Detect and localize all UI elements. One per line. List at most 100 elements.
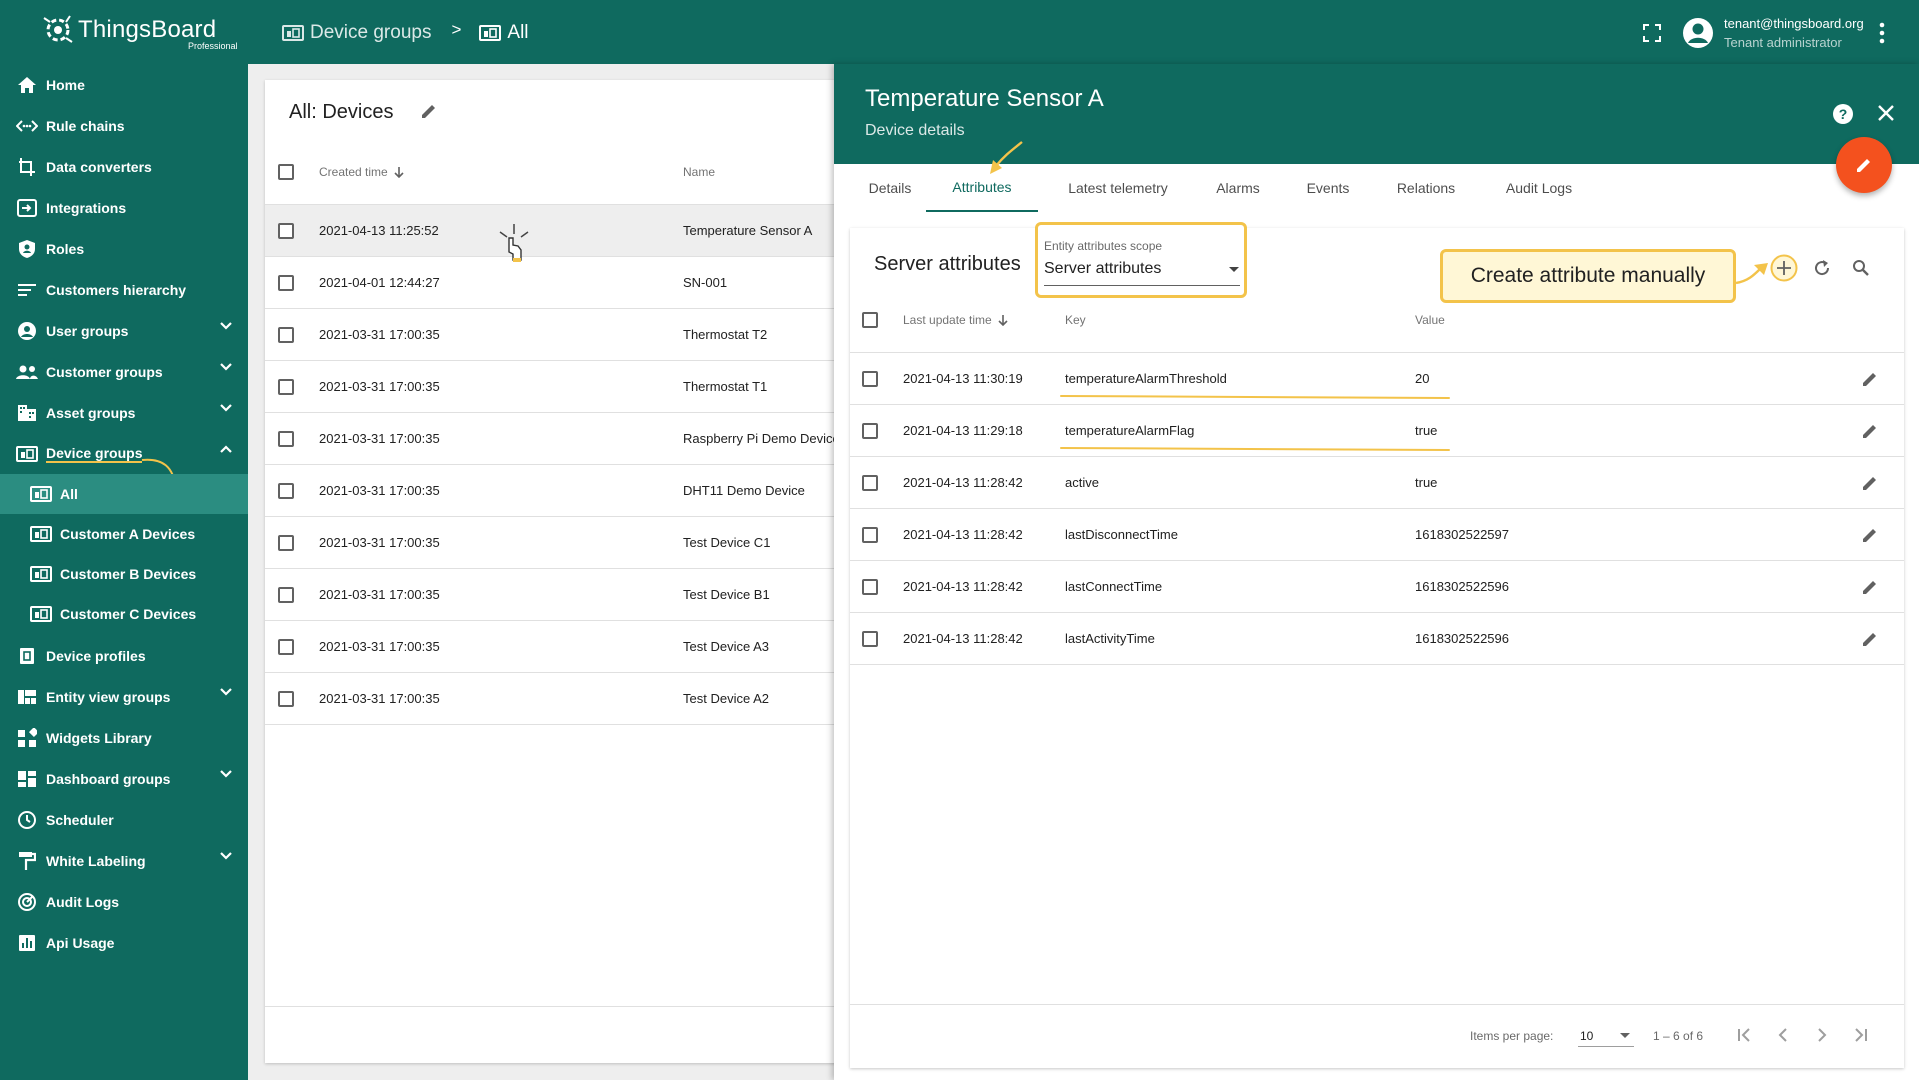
sidebar-item-roles[interactable]: Roles [0, 228, 248, 269]
tab-audit-logs[interactable]: Audit Logs [1484, 164, 1594, 212]
attributes-scope-select[interactable]: Entity attributes scope Server attribute… [1035, 222, 1247, 298]
edit-icon[interactable] [1860, 577, 1880, 597]
tab-events[interactable]: Events [1288, 164, 1368, 212]
table-row[interactable]: 2021-04-13 11:28:42 lastDisconnectTime 161… [850, 508, 1904, 560]
fullscreen-icon[interactable] [1643, 24, 1661, 42]
chevron-up-icon[interactable] [220, 445, 232, 453]
table-row[interactable]: 2021-04-13 11:28:42 lastActivityTime 16183… [850, 612, 1904, 664]
edit-icon[interactable] [1860, 421, 1880, 441]
tab-relations[interactable]: Relations [1378, 164, 1474, 212]
row-checkbox[interactable] [862, 423, 878, 439]
refresh-icon[interactable] [1813, 259, 1831, 277]
sidebar-item-customer-b-devices[interactable]: Customer B Devices [0, 554, 248, 594]
sidebar-item-device-profiles[interactable]: Device profiles [0, 635, 248, 676]
table-row[interactable]: 2021-04-13 11:25:52 Temperature Sensor A [265, 204, 855, 256]
table-row[interactable]: 2021-03-31 17:00:35 Test Device A2 [265, 672, 855, 724]
row-checkbox[interactable] [278, 327, 294, 343]
chevron-down-icon[interactable] [220, 770, 232, 778]
table-row[interactable]: 2021-03-31 17:00:35 Test Device A3 [265, 620, 855, 672]
column-created-time[interactable]: Created time [319, 165, 404, 179]
sidebar-item-dashboard-groups[interactable]: Dashboard groups [0, 758, 248, 799]
table-row[interactable]: 2021-03-31 17:00:35 Raspberry Pi Demo Dev… [265, 412, 855, 464]
sidebar-item-rule-chains[interactable]: Rule chains [0, 105, 248, 146]
previous-page-icon[interactable] [1778, 1028, 1788, 1042]
close-icon[interactable] [1877, 104, 1895, 122]
edit-icon[interactable] [420, 102, 438, 120]
table-row[interactable]: 2021-04-13 11:28:42 lastConnectTime 161830… [850, 560, 1904, 612]
sidebar-item-entity-view-groups[interactable]: Entity view groups [0, 676, 248, 717]
row-checkbox[interactable] [278, 431, 294, 447]
row-checkbox[interactable] [278, 691, 294, 707]
tab-latest-telemetry[interactable]: Latest telemetry [1048, 164, 1188, 212]
add-attribute-button[interactable] [1770, 254, 1798, 282]
breadcrumb-all[interactable]: All [479, 22, 529, 44]
sidebar-item-data-converters[interactable]: Data converters [0, 146, 248, 187]
table-row[interactable]: 2021-04-01 12:44:27 SN-001 [265, 256, 855, 308]
column-name[interactable]: Name [683, 165, 715, 179]
row-checkbox[interactable] [278, 483, 294, 499]
sidebar-item-customers-hierarchy[interactable]: Customers hierarchy [0, 269, 248, 310]
row-checkbox[interactable] [278, 223, 294, 239]
sidebar-item-asset-groups[interactable]: Asset groups [0, 392, 248, 433]
dropdown-arrow-icon [1620, 1033, 1630, 1038]
search-icon[interactable] [1852, 259, 1870, 277]
table-row[interactable]: 2021-03-31 17:00:35 Test Device C1 [265, 516, 855, 568]
sidebar-item-user-groups[interactable]: User groups [0, 310, 248, 351]
table-row[interactable]: 2021-03-31 17:00:35 Thermostat T2 [265, 308, 855, 360]
row-checkbox[interactable] [862, 371, 878, 387]
sidebar-item-audit-logs[interactable]: Audit Logs [0, 881, 248, 922]
row-checkbox[interactable] [862, 475, 878, 491]
user-menu[interactable]: tenant@thingsboard.org Tenant administra… [1682, 14, 1864, 52]
sidebar-item-customer-a-devices[interactable]: Customer A Devices [0, 514, 248, 554]
sidebar-item-integrations[interactable]: Integrations [0, 187, 248, 228]
annotation-arrow-icon [1736, 263, 1768, 285]
sidebar-item-home[interactable]: Home [0, 64, 248, 105]
row-checkbox[interactable] [862, 579, 878, 595]
column-created-time-label: Created time [319, 165, 388, 179]
row-checkbox[interactable] [278, 275, 294, 291]
more-vert-icon[interactable] [1878, 22, 1886, 44]
sidebar-item-all[interactable]: All [0, 474, 248, 514]
row-checkbox[interactable] [278, 639, 294, 655]
chevron-down-icon[interactable] [220, 688, 232, 696]
chevron-down-icon[interactable] [220, 363, 232, 371]
chevron-down-icon[interactable] [220, 404, 232, 412]
row-checkbox[interactable] [862, 631, 878, 647]
sidebar-item-widgets-library[interactable]: Widgets Library [0, 717, 248, 758]
table-row[interactable]: 2021-03-31 17:00:35 Thermostat T1 [265, 360, 855, 412]
first-page-icon[interactable] [1737, 1028, 1753, 1042]
row-checkbox[interactable] [278, 587, 294, 603]
table-row[interactable]: 2021-03-31 17:00:35 Test Device B1 [265, 568, 855, 620]
help-icon[interactable]: ? [1832, 103, 1854, 125]
last-page-icon[interactable] [1852, 1028, 1868, 1042]
sidebar-item-scheduler[interactable]: Scheduler [0, 799, 248, 840]
sidebar-item-white-labeling[interactable]: White Labeling [0, 840, 248, 881]
row-checkbox[interactable] [278, 379, 294, 395]
tab-alarms[interactable]: Alarms [1198, 164, 1278, 212]
chevron-down-icon[interactable] [220, 852, 232, 860]
column-key[interactable]: Key [1065, 313, 1086, 327]
edit-icon[interactable] [1860, 473, 1880, 493]
select-all-checkbox[interactable] [862, 312, 878, 328]
edit-icon[interactable] [1860, 369, 1880, 389]
sidebar-item-label: Scheduler [46, 811, 114, 828]
device-group-icon [30, 563, 52, 585]
thingsboard-logo[interactable]: ThingsBoard Professional [40, 12, 238, 54]
sidebar-item-device-groups[interactable]: Device groups [0, 433, 248, 474]
items-per-page-select[interactable]: 10 [1578, 1023, 1634, 1047]
sidebar-item-customer-groups[interactable]: Customer groups [0, 351, 248, 392]
table-row[interactable]: 2021-04-13 11:28:42 active true [850, 456, 1904, 508]
select-all-checkbox[interactable] [278, 164, 294, 180]
column-last-update-time[interactable]: Last update time [903, 313, 1008, 327]
column-value[interactable]: Value [1415, 313, 1445, 327]
next-page-icon[interactable] [1817, 1028, 1827, 1042]
sidebar-item-api-usage[interactable]: Api Usage [0, 922, 248, 963]
row-checkbox[interactable] [278, 535, 294, 551]
row-checkbox[interactable] [862, 527, 878, 543]
chevron-down-icon[interactable] [220, 322, 232, 330]
breadcrumb-device-groups[interactable]: Device groups [282, 22, 431, 44]
table-row[interactable]: 2021-03-31 17:00:35 DHT11 Demo Device [265, 464, 855, 516]
edit-icon[interactable] [1860, 525, 1880, 545]
edit-icon[interactable] [1860, 629, 1880, 649]
sidebar-item-customer-c-devices[interactable]: Customer C Devices [0, 594, 248, 634]
